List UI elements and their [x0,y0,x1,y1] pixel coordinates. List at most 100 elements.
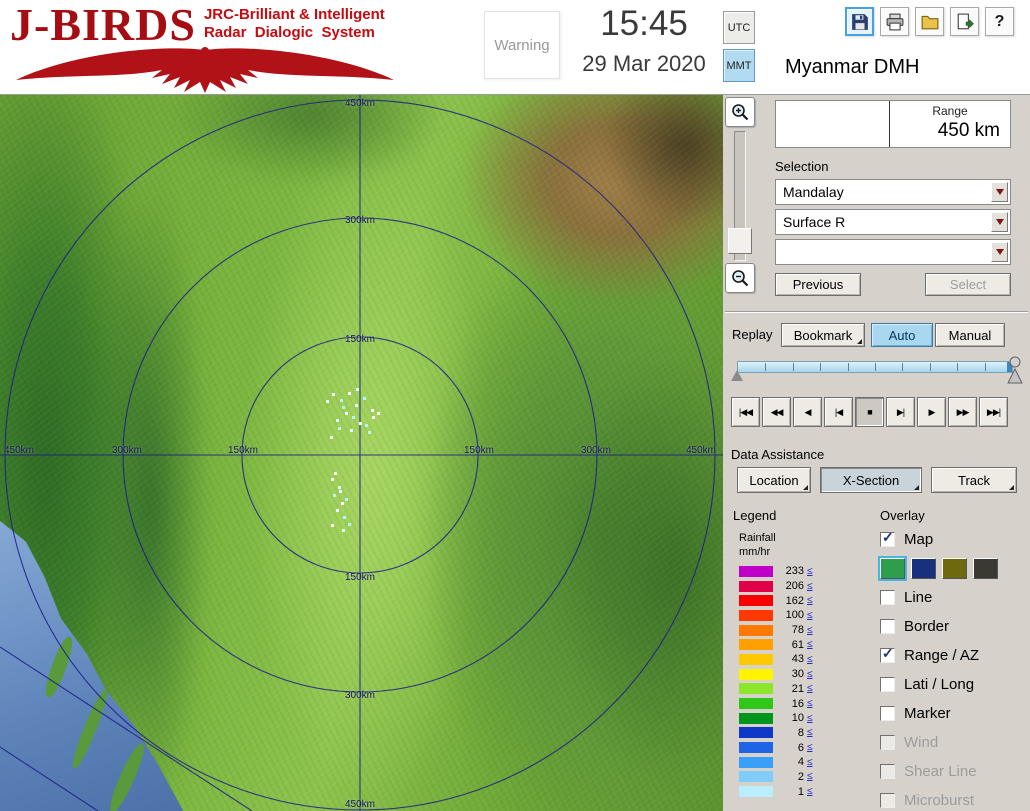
legend-value: 30 [791,668,804,681]
data-assistance-heading: Data Assistance [731,447,825,462]
auto-mode-button[interactable]: Auto [871,323,933,347]
x-section-button[interactable]: X-Section [820,467,922,493]
logo-subtitle-1: JRC-Brilliant & Intelligent [203,6,385,23]
playback-go-to-end-button[interactable]: ▶▶| [979,397,1008,427]
overlay-item-label: Marker [904,705,951,722]
help-icon: ? [994,12,1005,30]
less-equal-symbol: ≤ [807,727,813,739]
product-dropdown[interactable]: Surface R [775,209,1011,235]
help-button[interactable]: ? [985,7,1014,36]
site-dropdown[interactable]: Mandalay [775,179,1011,205]
playback-go-to-start-button[interactable]: |◀◀ [731,397,760,427]
radar-echo [377,412,380,415]
overlay-item-range-az: ✓ Range / AZ [880,641,1030,670]
open-folder-button[interactable] [915,7,944,36]
legend-color-swatch [739,683,773,695]
utc-button[interactable]: UTC [723,11,755,44]
playback-play-backward-button[interactable]: ◀ [793,397,822,427]
map-color-swatch[interactable] [973,558,998,579]
overlay-item-shear-line: Shear Line [880,757,1030,786]
radar-echo [350,429,353,432]
dropdown-arrow-button[interactable] [991,242,1008,262]
track-button[interactable]: Track [931,467,1017,493]
legend-value: 78 [791,624,804,637]
less-equal-symbol: ≤ [807,565,813,577]
radar-echo [363,397,366,400]
control-panel: Range 450 km Selection Mandalay Surface … [723,95,1030,811]
marker-checkbox[interactable] [880,706,895,721]
zoom-slider-track[interactable] [728,131,752,261]
radar-map[interactable]: 450km 300km 150km 150km 300km 450km 450km 300km… [0,95,723,811]
export-button[interactable] [950,7,979,36]
line-checkbox[interactable] [880,590,895,605]
playback-fast-forward-button[interactable]: ▶▶ [948,397,977,427]
playback-step-backward-button[interactable]: |◀ [824,397,853,427]
range-ring-label: 300km [345,215,376,226]
timeline-tick [957,363,959,371]
legend-color-swatch [739,609,773,621]
zoom-slider-thumb[interactable] [728,228,752,254]
chevron-down-icon [995,219,1004,225]
previous-button[interactable]: Previous [775,273,861,296]
timeline-tick [765,363,767,371]
legend-value: 233 [785,565,804,578]
selection-heading: Selection [775,159,829,174]
zoom-out-button[interactable] [725,263,755,293]
radar-echo [326,400,329,403]
manual-mode-button[interactable]: Manual [935,323,1005,347]
timeline-tick [902,363,904,371]
radar-echo [330,436,333,439]
border-checkbox[interactable] [880,619,895,634]
overlay-item-microburst: Microburst [880,786,1030,811]
range-display: Range 450 km [775,100,1011,148]
legend-value: 1 [797,785,804,798]
header-bar: J-BIRDS JRC-Brilliant & Intelligent Radar … [0,0,1030,95]
playback-play-forward-button[interactable]: ▶ [917,397,946,427]
location-button[interactable]: Location [737,467,811,493]
replay-timeline[interactable] [731,353,1025,389]
timeline-tick [984,363,986,371]
timeline-handle[interactable] [1005,355,1025,385]
overlay-item-label: Shear Line [904,763,977,780]
legend-item: 100 ≤ [739,608,813,623]
range-ring-label: 150km [464,445,495,456]
timeline-track[interactable] [737,361,1013,373]
legend-item: 206 ≤ [739,579,813,594]
select-button[interactable]: Select [925,273,1011,296]
range-az-checkbox[interactable]: ✓ [880,645,895,663]
save-button[interactable] [845,7,874,36]
dropdown-arrow-button[interactable] [991,212,1008,232]
zoom-in-button[interactable] [725,97,755,127]
radar-echo [331,524,334,527]
option-dropdown[interactable] [775,239,1011,265]
map-color-swatch[interactable] [911,558,936,579]
overlay-item-label: Lati / Long [904,676,975,693]
range-ring-label: 450km [686,445,717,456]
less-equal-symbol: ≤ [807,639,813,651]
timeline-tick [875,363,876,371]
legend-item: 162 ≤ [739,593,813,608]
print-button[interactable] [880,7,909,36]
radar-echo [341,502,344,505]
radar-echo [334,472,337,475]
overlay-item-label: Map [904,531,934,548]
playback-stop-button[interactable]: ■ [855,397,884,427]
map-checkbox[interactable]: ✓ [880,529,895,547]
range-ring-label: 150km [228,445,259,456]
clock-date: 29 Mar 2020 [582,51,706,76]
dropdown-arrow-button[interactable] [991,182,1008,202]
bookmark-button[interactable]: Bookmark [781,323,865,347]
radar-echo [352,416,355,419]
mmt-button[interactable]: MMT [723,49,755,82]
timeline-start-marker[interactable] [731,370,743,381]
playback-fast-backward-button[interactable]: ◀◀ [762,397,791,427]
clock: 15:45 29 Mar 2020 [568,4,720,77]
overlay-item-line: Line [880,583,1030,612]
overlay-item-border: Border [880,612,1030,641]
less-equal-symbol: ≤ [807,771,813,783]
lati-long-checkbox[interactable] [880,677,895,692]
playback-step-forward-button[interactable]: ▶| [886,397,915,427]
map-color-swatch[interactable] [942,558,967,579]
wind-checkbox [880,735,895,750]
map-color-swatch[interactable] [878,556,907,581]
